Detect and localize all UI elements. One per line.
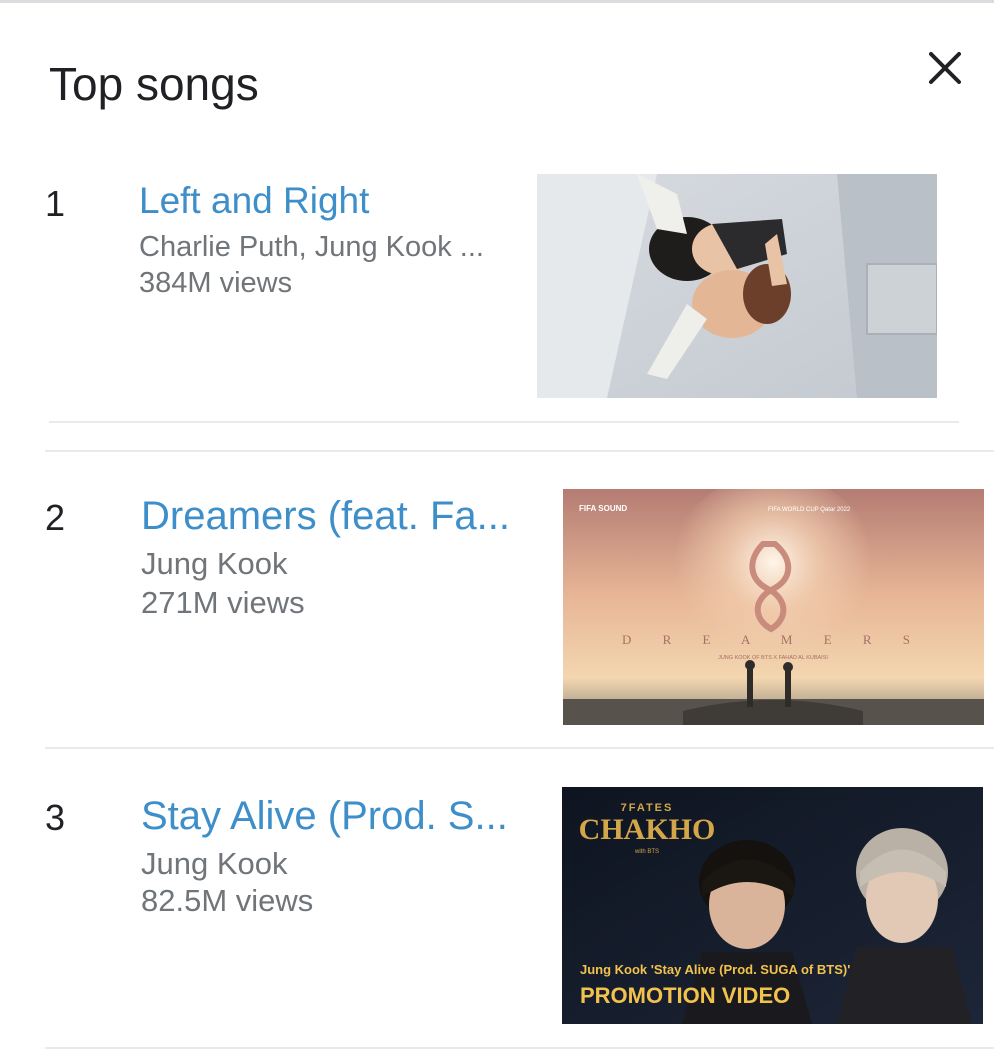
thumbnail-badge: FIFA SOUND [579, 504, 627, 513]
song-views: 82.5M views [141, 883, 314, 918]
song-title[interactable]: Dreamers (feat. Fa... [141, 494, 510, 539]
song-views: 384M views [139, 267, 293, 299]
row-divider [49, 421, 959, 423]
row-divider [45, 747, 994, 749]
close-icon [929, 52, 961, 84]
close-button[interactable] [918, 42, 972, 96]
thumbnail-promo: PROMOTION VIDEO [580, 983, 790, 1008]
thumbnail-event: FIFA WORLD CUP Qatar 2022 [768, 507, 851, 513]
song-thumbnail[interactable]: 7FATES CHAKHO with BTS Jung Kook 'Stay A… [562, 787, 983, 1024]
thumbnail-caption: Jung Kook 'Stay Alive (Prod. SUGA of BTS… [580, 962, 850, 977]
video-thumbnail: FIFA SOUND FIFA WORLD CUP Qatar 2022 D R… [563, 489, 984, 725]
song-row-2[interactable]: 2 Dreamers (feat. Fa... Jung Kook 271M v… [0, 450, 994, 750]
row-divider [45, 1047, 994, 1049]
video-thumbnail [537, 174, 937, 398]
song-thumbnail[interactable]: FIFA SOUND FIFA WORLD CUP Qatar 2022 D R… [563, 489, 984, 725]
song-rank: 3 [45, 797, 66, 838]
panel-header: Top songs [0, 0, 994, 150]
video-thumbnail: 7FATES CHAKHO with BTS Jung Kook 'Stay A… [562, 787, 983, 1024]
song-rank: 2 [45, 497, 66, 538]
song-row-3[interactable]: 3 Stay Alive (Prod. S... Jung Kook 82.5M… [0, 750, 994, 1050]
thumbnail-with: with BTS [634, 849, 659, 855]
song-thumbnail[interactable] [537, 174, 937, 398]
song-rank: 1 [45, 183, 66, 224]
panel-title: Top songs [49, 58, 259, 110]
thumbnail-credit: JUNG KOOK OF BTS X FAHAD AL KUBAISI [718, 655, 828, 661]
row-divider [45, 450, 994, 452]
song-title[interactable]: Stay Alive (Prod. S... [141, 794, 508, 839]
song-views: 271M views [141, 585, 305, 620]
song-row-1[interactable]: 1 Left and Right Charlie Puth, Jung Kook… [0, 150, 994, 425]
song-title[interactable]: Left and Right [139, 180, 369, 222]
song-artist: Jung Kook [141, 846, 288, 881]
song-artist: Charlie Puth, Jung Kook ... [139, 231, 484, 263]
thumbnail-word: D R E A M E R S [622, 632, 924, 647]
thumbnail-logo: CHAKHO [579, 813, 716, 846]
song-artist: Jung Kook [141, 546, 288, 581]
